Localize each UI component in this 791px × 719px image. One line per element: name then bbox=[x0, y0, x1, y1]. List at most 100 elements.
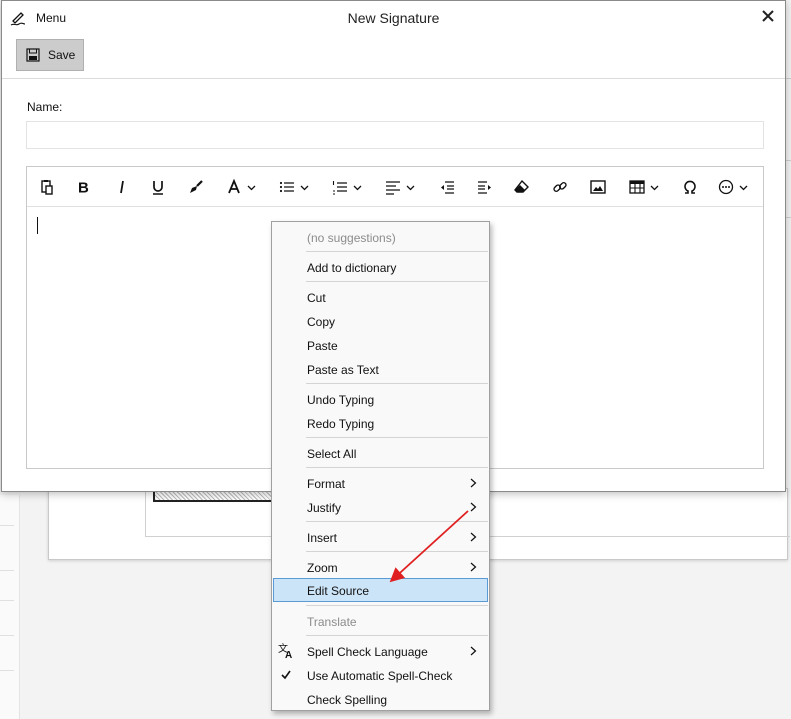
eraser-icon bbox=[514, 179, 529, 193]
menu-item-select-all[interactable]: Select All bbox=[273, 441, 488, 465]
menu-item-zoom[interactable]: Zoom bbox=[273, 555, 488, 579]
chevron-right-icon bbox=[470, 646, 477, 656]
format-painter-icon bbox=[190, 180, 203, 193]
menu-item-copy[interactable]: Copy bbox=[273, 309, 488, 333]
italic-icon bbox=[120, 180, 124, 194]
align-icon bbox=[386, 181, 400, 195]
menu-item-label: Check Spelling bbox=[307, 693, 388, 707]
name-input[interactable] bbox=[26, 121, 764, 149]
more-options-button[interactable] bbox=[718, 178, 748, 196]
background-sidebar bbox=[0, 495, 20, 719]
menu-separator bbox=[306, 383, 488, 384]
chevron-down-icon bbox=[300, 185, 309, 190]
menu-separator bbox=[306, 251, 488, 252]
menu-item-label: Copy bbox=[307, 315, 336, 329]
context-menu: (no suggestions) Add to dictionary Cut C… bbox=[271, 221, 490, 711]
menu-item-redo-typing[interactable]: Redo Typing bbox=[273, 411, 488, 435]
indent-icon bbox=[478, 181, 491, 194]
chevron-right-icon bbox=[470, 502, 477, 512]
menu-item-label: Format bbox=[307, 477, 346, 491]
paste-icon bbox=[41, 180, 53, 195]
chevron-right-icon bbox=[470, 562, 477, 572]
font-color-button[interactable] bbox=[226, 178, 256, 196]
underline-icon bbox=[153, 181, 163, 195]
omega-icon bbox=[684, 180, 696, 194]
indent-button[interactable] bbox=[477, 178, 493, 196]
svg-text:B: B bbox=[78, 180, 89, 196]
bold-icon: B bbox=[78, 180, 89, 196]
clear-formatting-button[interactable] bbox=[514, 178, 530, 196]
header-divider bbox=[2, 78, 785, 79]
menu-item-label: Add to dictionary bbox=[307, 261, 397, 275]
menu-item-edit-source[interactable]: Edit Source bbox=[273, 578, 488, 602]
bullet-list-button[interactable] bbox=[279, 178, 309, 196]
chevron-down-icon bbox=[247, 185, 256, 190]
font-color-icon bbox=[228, 179, 240, 194]
menu-item-paste-as-text[interactable]: Paste as Text bbox=[273, 357, 488, 381]
underline-button[interactable] bbox=[150, 178, 166, 196]
menu-separator bbox=[306, 521, 488, 522]
chevron-down-icon bbox=[650, 185, 659, 190]
menu-item-justify[interactable]: Justify bbox=[273, 495, 488, 519]
link-button[interactable] bbox=[552, 178, 568, 196]
menu-item-label: Redo Typing bbox=[307, 417, 375, 431]
menu-item-cut[interactable]: Cut bbox=[273, 285, 488, 309]
chevron-right-icon bbox=[470, 478, 477, 488]
menu-item-label: (no suggestions) bbox=[307, 231, 396, 245]
menu-item-label: Use Automatic Spell-Check bbox=[307, 669, 453, 683]
save-label: Save bbox=[48, 48, 76, 62]
menu-item-label: Zoom bbox=[307, 561, 338, 575]
svg-text:A: A bbox=[285, 650, 292, 659]
menu-item-format[interactable]: Format bbox=[273, 471, 488, 495]
menu-item-no-suggestions: (no suggestions) bbox=[273, 225, 488, 249]
special-character-button[interactable] bbox=[682, 178, 698, 196]
format-painter-button[interactable] bbox=[188, 178, 204, 196]
chevron-down-icon bbox=[353, 185, 362, 190]
insert-image-button[interactable] bbox=[590, 178, 606, 196]
menu-item-label: Undo Typing bbox=[307, 393, 375, 407]
menu-separator bbox=[306, 467, 488, 468]
table-button[interactable] bbox=[629, 178, 659, 196]
menu-item-spell-check-language[interactable]: 文 A Spell Check Language bbox=[273, 639, 488, 663]
menu-item-label: Paste bbox=[307, 339, 338, 353]
menu-separator bbox=[306, 605, 488, 606]
menu-item-automatic-spell-check[interactable]: Use Automatic Spell-Check bbox=[273, 663, 488, 687]
menu-separator bbox=[306, 281, 488, 282]
numbered-list-icon bbox=[332, 181, 347, 195]
menu-item-label: Spell Check Language bbox=[307, 645, 428, 659]
bold-button[interactable]: B bbox=[75, 178, 91, 196]
menu-item-label: Select All bbox=[307, 447, 357, 461]
more-icon bbox=[718, 179, 734, 195]
dialog-title: New Signature bbox=[347, 10, 440, 26]
link-icon bbox=[553, 181, 567, 193]
paste-button[interactable] bbox=[39, 178, 55, 196]
align-button[interactable] bbox=[385, 178, 415, 196]
chevron-down-icon bbox=[739, 185, 748, 190]
menu-item-insert[interactable]: Insert bbox=[273, 525, 488, 549]
italic-button[interactable] bbox=[114, 178, 130, 196]
name-label: Name: bbox=[27, 100, 63, 114]
close-icon[interactable] bbox=[761, 9, 775, 23]
outdent-button[interactable] bbox=[439, 178, 455, 196]
chevron-down-icon bbox=[406, 185, 415, 190]
save-button[interactable]: Save bbox=[16, 39, 84, 71]
editor-toolbar: B bbox=[27, 167, 763, 207]
menu-separator bbox=[306, 437, 488, 438]
menu-item-paste[interactable]: Paste bbox=[273, 333, 488, 357]
outdent-icon bbox=[441, 181, 454, 194]
menu-item-check-spelling[interactable]: Check Spelling bbox=[273, 687, 488, 711]
menu-item-undo-typing[interactable]: Undo Typing bbox=[273, 387, 488, 411]
menu-item-label: Justify bbox=[307, 501, 342, 515]
menu-item-label: Translate bbox=[307, 615, 357, 629]
numbered-list-button[interactable] bbox=[332, 178, 362, 196]
save-disk-icon bbox=[26, 48, 40, 62]
menu-separator bbox=[306, 635, 488, 636]
bullet-list-icon bbox=[279, 181, 294, 193]
menu-item-translate: Translate bbox=[273, 609, 488, 633]
menu-item-label: Edit Source bbox=[307, 584, 370, 598]
translate-icon: 文 A bbox=[278, 643, 292, 659]
menu-item-add-to-dictionary[interactable]: Add to dictionary bbox=[273, 255, 488, 279]
text-caret bbox=[37, 217, 38, 234]
table-icon bbox=[629, 180, 645, 194]
chevron-right-icon bbox=[470, 532, 477, 542]
